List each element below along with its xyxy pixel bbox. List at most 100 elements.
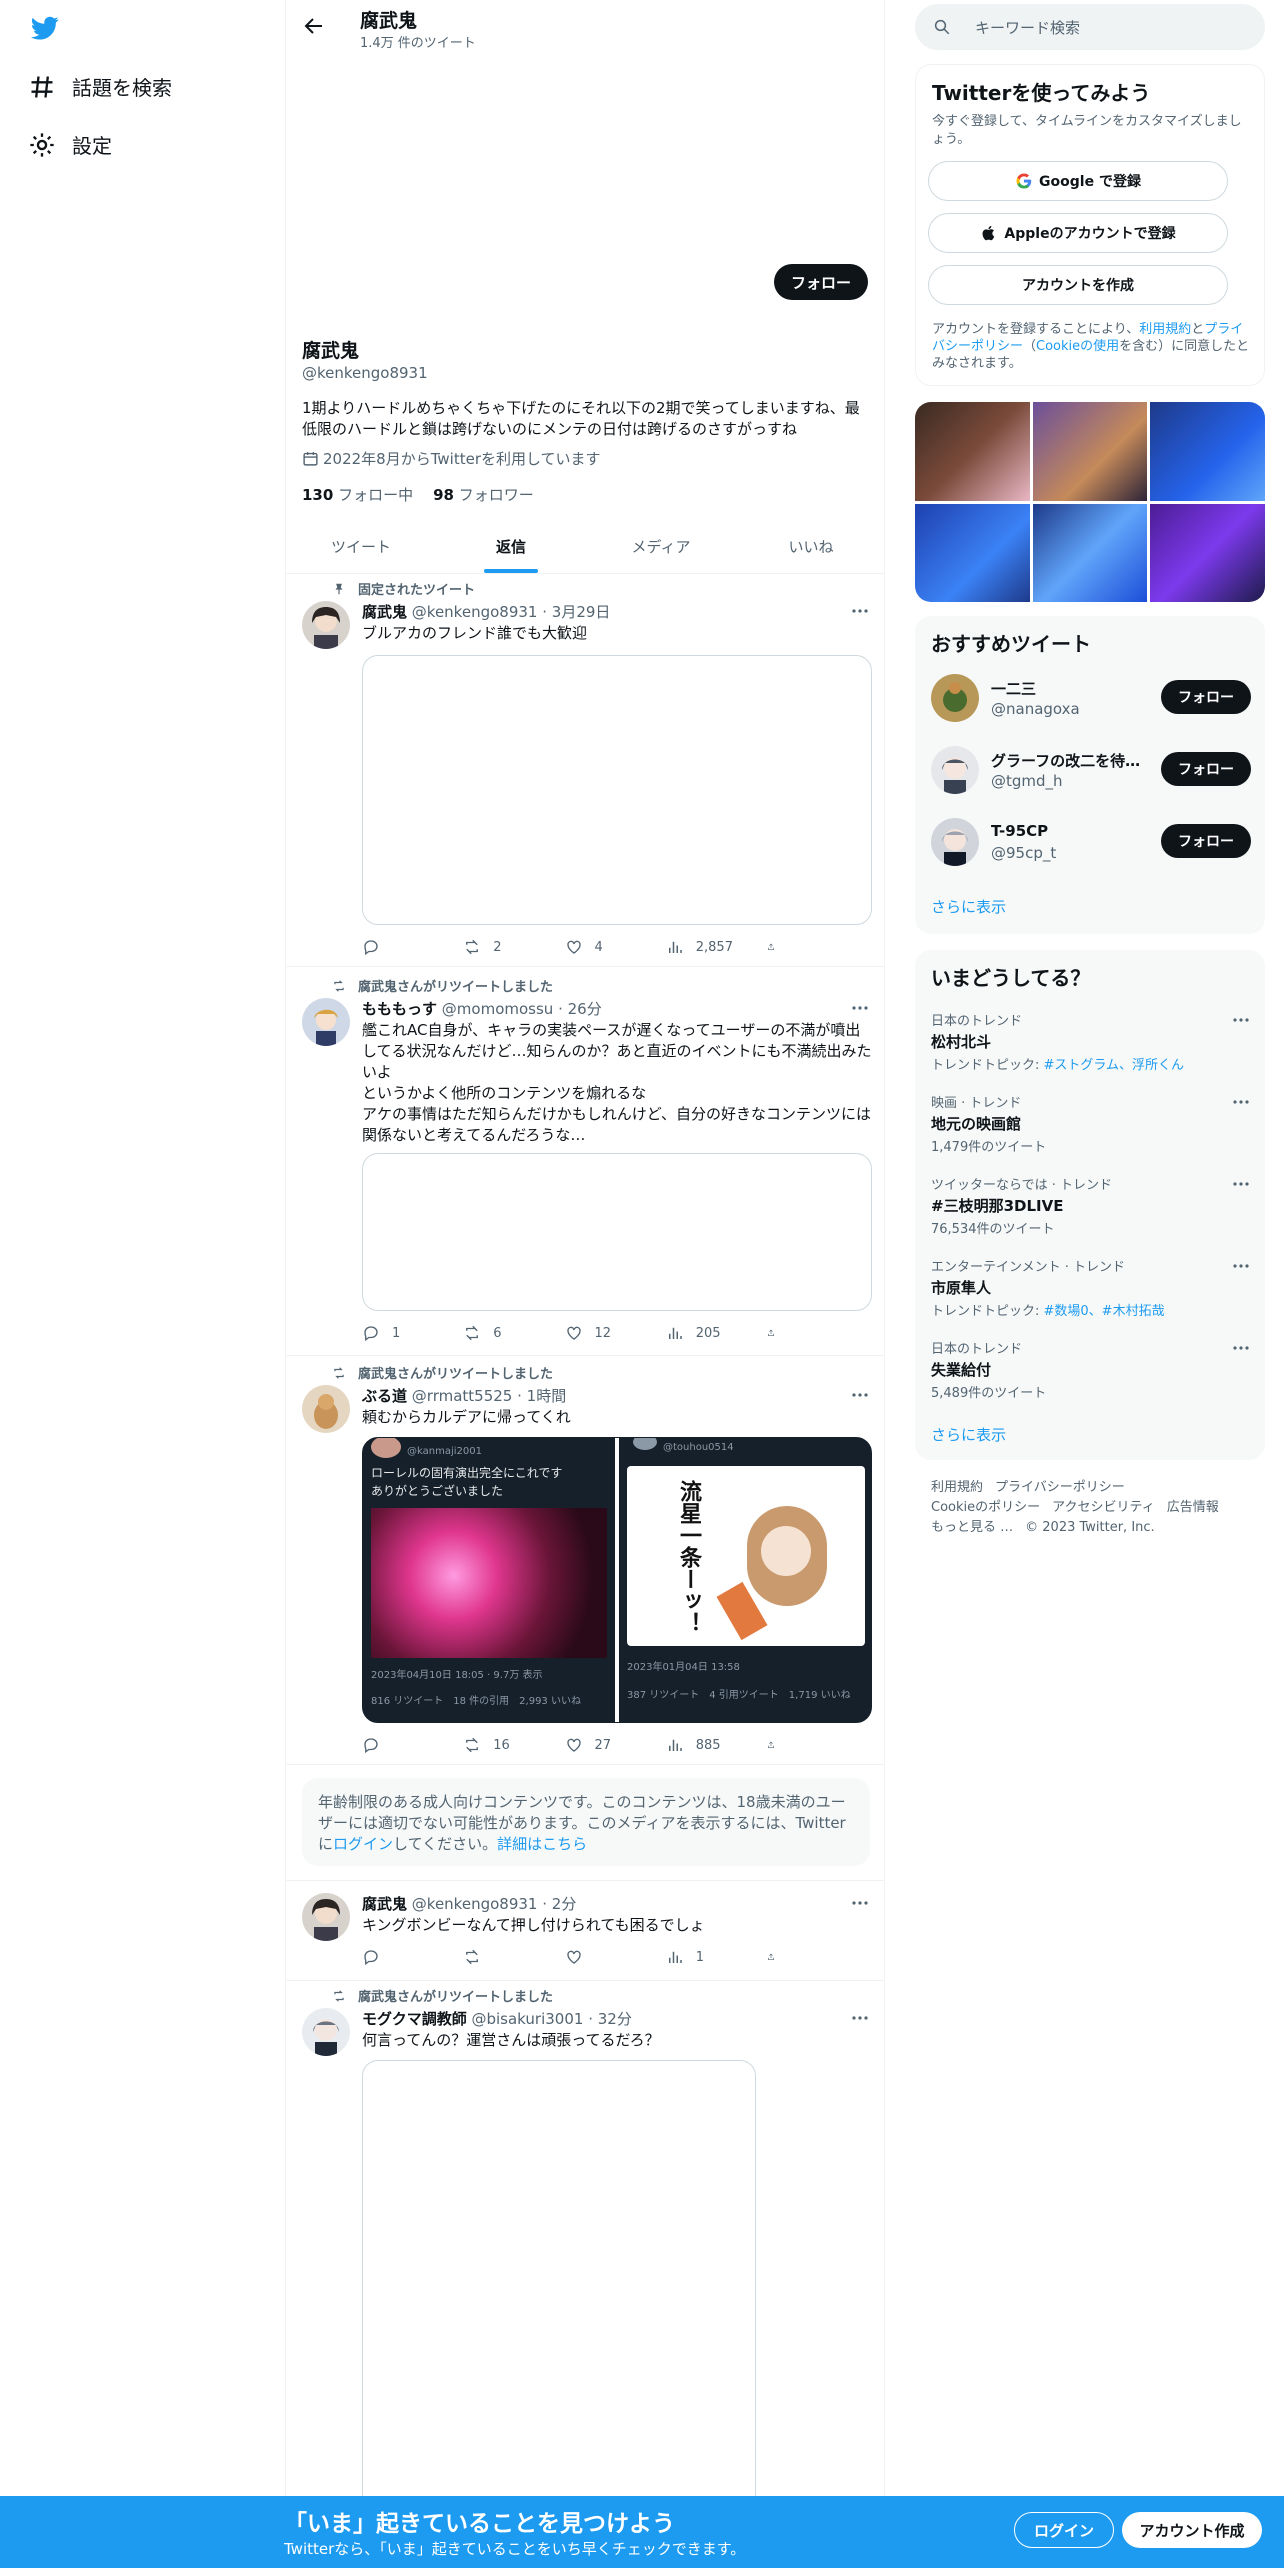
footer-link-cookie[interactable]: Cookieのポリシー [931, 1500, 1040, 1515]
retweet-button[interactable]: 2 [463, 937, 553, 957]
media-thumb[interactable] [915, 402, 1030, 501]
follow-button[interactable]: フォロー [774, 264, 868, 300]
like-button[interactable]: 27 [565, 1735, 655, 1755]
share-button[interactable] [767, 1323, 787, 1343]
tweet-author-name[interactable]: 腐武鬼 [362, 1895, 407, 1913]
more-icon[interactable] [850, 1893, 870, 1913]
media-thumb[interactable] [1150, 503, 1265, 602]
more-icon[interactable] [850, 601, 870, 621]
footer-link-more[interactable]: もっと見る … [931, 1520, 1013, 1535]
tweet[interactable]: 腐武鬼 @kenkengo8931 · 2分 キングボンビーなんて押し付けられて… [286, 1881, 884, 1981]
tweet-time[interactable]: · 26分 [558, 1000, 602, 1018]
suggestion-follow-button[interactable]: フォロー [1161, 824, 1251, 858]
like-button[interactable]: 12 [565, 1323, 655, 1343]
more-icon[interactable] [850, 1385, 870, 1405]
footer-link-ads[interactable]: 広告情報 [1167, 1500, 1219, 1515]
apple-signup-button[interactable]: Appleのアカウントで登録 [928, 213, 1228, 253]
tweet-author-name[interactable]: もももっす [362, 1000, 437, 1018]
tweet-author-name[interactable]: 腐武鬼 [362, 603, 407, 621]
notice-login-link[interactable]: ログイン [333, 1835, 393, 1853]
media-thumb[interactable] [1032, 503, 1148, 602]
tweet-media-screenshots[interactable]: @kanmaji2001 ローレルの固有演出完全にこれです ありがとうございまし… [362, 1437, 872, 1723]
views-button[interactable]: 1 [666, 1947, 756, 1967]
tweet-author-name[interactable]: モグクマ調教師 [362, 2010, 467, 2028]
trend-topic-links[interactable]: #数場0、#木村拓哉 [1044, 1304, 1165, 1319]
tweet-author-handle[interactable]: @momomossu [442, 1000, 554, 1018]
suggestions-show-more[interactable]: さらに表示 [931, 896, 1006, 917]
create-account-button[interactable]: アカウントを作成 [928, 265, 1228, 305]
footer-link-accessibility[interactable]: アクセシビリティ [1052, 1500, 1155, 1515]
more-icon[interactable] [1231, 1338, 1251, 1358]
avatar[interactable] [302, 1385, 350, 1433]
tweet[interactable]: 腐武鬼さんがリツイートしました モグクマ調教師 @bisakuri3001 · … [286, 1982, 884, 2568]
trend-item[interactable]: ツイッターならでは · トレンド #三枝明那3DLIVE 76,534件のツイー… [931, 1174, 1251, 1237]
reply-button[interactable] [362, 1735, 452, 1755]
following-link[interactable]: 130 フォロー中 [302, 484, 413, 505]
media-thumb[interactable] [915, 503, 1030, 602]
back-arrow-icon[interactable] [302, 14, 326, 38]
trend-item[interactable]: エンターテインメント · トレンド 市原隼人 トレンドトピック: #数場0、#木… [931, 1256, 1251, 1319]
tweet-author-name[interactable]: ぶる道 [362, 1387, 407, 1405]
views-button[interactable]: 2,857 [666, 937, 756, 957]
share-button[interactable] [767, 1735, 787, 1755]
more-icon[interactable] [850, 2008, 870, 2028]
tweet-media-placeholder[interactable] [362, 2060, 756, 2568]
suggestion-row[interactable]: グラーフの改二を待… @tgmd_h フォロー [931, 746, 1251, 800]
avatar[interactable] [302, 1893, 350, 1941]
avatar[interactable] [302, 2008, 350, 2056]
tweet-author-handle[interactable]: @bisakuri3001 [471, 2010, 583, 2028]
media-thumb[interactable] [1150, 402, 1265, 501]
signup-button[interactable]: アカウント作成 [1122, 2512, 1262, 2548]
nav-settings[interactable]: 設定 [28, 130, 112, 159]
followers-link[interactable]: 98 フォロワー [433, 484, 534, 505]
suggestion-follow-button[interactable]: フォロー [1161, 752, 1251, 786]
retweet-button[interactable]: 6 [463, 1323, 553, 1343]
tweet-time[interactable]: · 1時間 [517, 1387, 566, 1405]
trend-item[interactable]: 映画 · トレンド 地元の映画館 1,479件のツイート [931, 1092, 1251, 1155]
tab-tweets[interactable]: ツイート [286, 522, 436, 573]
more-icon[interactable] [1231, 1256, 1251, 1276]
tab-likes[interactable]: いいね [736, 522, 884, 573]
login-button[interactable]: ログイン [1014, 2512, 1114, 2548]
more-icon[interactable] [1231, 1174, 1251, 1194]
retweet-button[interactable]: 16 [463, 1735, 553, 1755]
avatar[interactable] [931, 746, 979, 794]
reply-button[interactable] [362, 937, 452, 957]
terms-link[interactable]: 利用規約 [1139, 322, 1191, 337]
footer-link-privacy[interactable]: プライバシーポリシー [995, 1480, 1125, 1495]
more-icon[interactable] [850, 998, 870, 1018]
like-button[interactable]: 4 [565, 937, 655, 957]
google-signup-button[interactable]: Google で登録 [928, 161, 1228, 201]
search-box[interactable]: キーワード検索 [915, 4, 1265, 50]
footer-link-terms[interactable]: 利用規約 [931, 1480, 983, 1495]
tweet[interactable]: 固定されたツイート 腐武鬼 @kenkengo8931 · 3月29日 ブルアカ… [286, 575, 884, 967]
trend-item[interactable]: 日本のトレンド 失業給付 5,489件のツイート [931, 1338, 1251, 1401]
tweet-media-placeholder[interactable] [362, 655, 872, 925]
avatar[interactable] [931, 674, 979, 722]
suggestion-row[interactable]: T-95CP @95cp_t フォロー [931, 818, 1251, 872]
tweet-author-handle[interactable]: @rrmatt5525 [412, 1387, 513, 1405]
tweet[interactable]: 腐武鬼さんがリツイートしました もももっす @momomossu · 26分 艦… [286, 968, 884, 1356]
media-thumb[interactable] [1032, 402, 1148, 501]
like-button[interactable] [565, 1947, 655, 1967]
share-button[interactable] [767, 1947, 787, 1967]
trends-show-more[interactable]: さらに表示 [931, 1424, 1006, 1445]
views-button[interactable]: 205 [666, 1323, 756, 1343]
avatar[interactable] [931, 818, 979, 866]
more-icon[interactable] [1231, 1010, 1251, 1030]
avatar[interactable] [302, 601, 350, 649]
notice-details-link[interactable]: 詳細はこちら [497, 1835, 587, 1853]
trend-item[interactable]: 日本のトレンド 松村北斗 トレンドトピック: #ストグラム、浮所くん [931, 1010, 1251, 1073]
share-button[interactable] [767, 937, 787, 957]
tweet-time[interactable]: · 32分 [588, 2010, 632, 2028]
reply-button[interactable] [362, 1947, 452, 1967]
more-icon[interactable] [1231, 1092, 1251, 1112]
tab-media[interactable]: メディア [586, 522, 736, 573]
tweet-media-placeholder[interactable] [362, 1153, 872, 1311]
tweet[interactable]: 腐武鬼さんがリツイートしました ぶる道 @rrmatt5525 · 1時間 頼む… [286, 1357, 884, 1765]
tweet-author-handle[interactable]: @kenkengo8931 [412, 603, 538, 621]
suggestion-follow-button[interactable]: フォロー [1161, 680, 1251, 714]
search-input[interactable]: キーワード検索 [975, 17, 1080, 38]
avatar[interactable] [302, 998, 350, 1046]
views-button[interactable]: 885 [666, 1735, 756, 1755]
